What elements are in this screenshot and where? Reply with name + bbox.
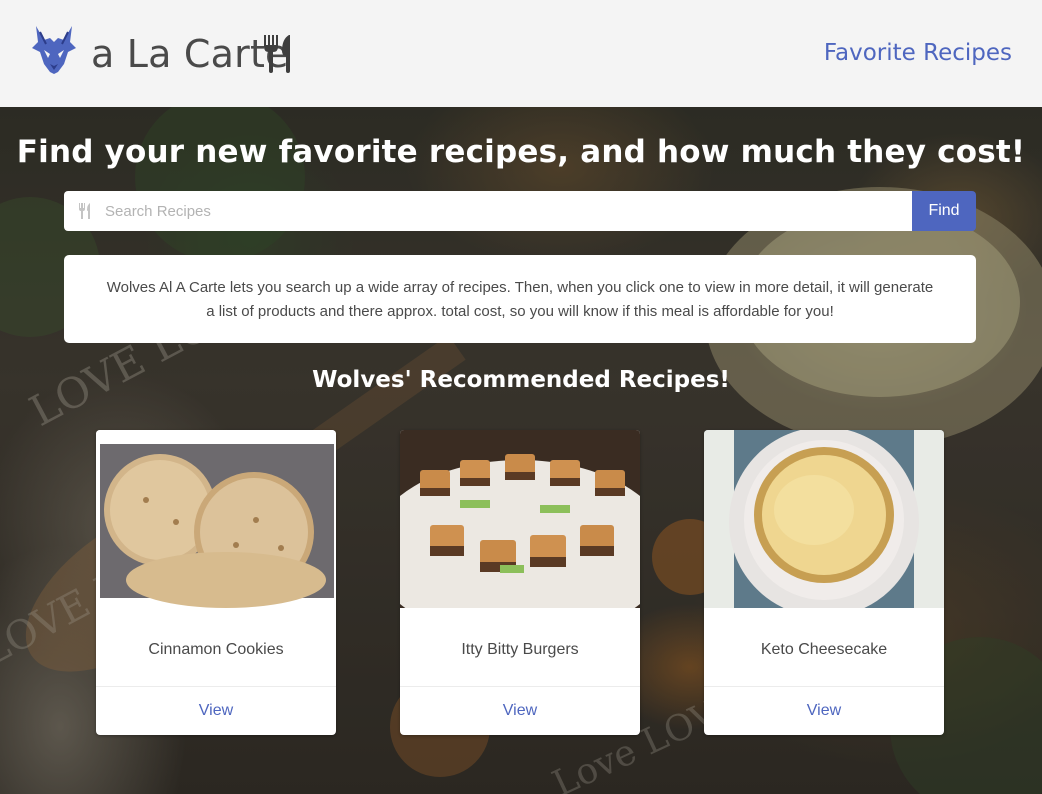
- hero-title: Find your new favorite recipes, and how …: [16, 134, 1026, 170]
- recipe-name: Cinnamon Cookies: [148, 641, 284, 658]
- search-field-wrapper[interactable]: [64, 191, 912, 231]
- brand-name[interactable]: a La Carte: [91, 30, 289, 78]
- fork-knife-icon: [79, 203, 90, 219]
- mini-burgers-photo: [400, 430, 640, 608]
- view-recipe-button[interactable]: View: [704, 687, 944, 735]
- recipe-card: Cinnamon Cookies View: [96, 430, 336, 735]
- recipe-card: Itty Bitty Burgers View: [400, 430, 640, 735]
- search-input[interactable]: [64, 191, 912, 231]
- recipe-card: Keto Cheesecake View: [704, 430, 944, 735]
- cookies-photo: [96, 430, 336, 608]
- search-bar: Find: [64, 191, 976, 231]
- recipe-name: Keto Cheesecake: [760, 641, 888, 658]
- wolf-logo-icon[interactable]: [30, 24, 78, 76]
- utensils-icon: [264, 35, 290, 73]
- top-navbar: a La Carte Favorite Recipes: [0, 0, 1042, 107]
- description-box: Wolves Al A Carte lets you search up a w…: [64, 255, 976, 343]
- view-recipe-button[interactable]: View: [400, 687, 640, 735]
- recipe-name: Itty Bitty Burgers: [461, 641, 579, 658]
- find-button[interactable]: Find: [912, 191, 976, 231]
- nav-favorite-recipes-link[interactable]: Favorite Recipes: [824, 40, 1012, 66]
- view-recipe-button[interactable]: View: [96, 687, 336, 735]
- recommended-title: Wolves' Recommended Recipes!: [312, 367, 730, 393]
- cheesecake-photo: [704, 430, 944, 608]
- description-text: Wolves Al A Carte lets you search up a w…: [106, 279, 934, 320]
